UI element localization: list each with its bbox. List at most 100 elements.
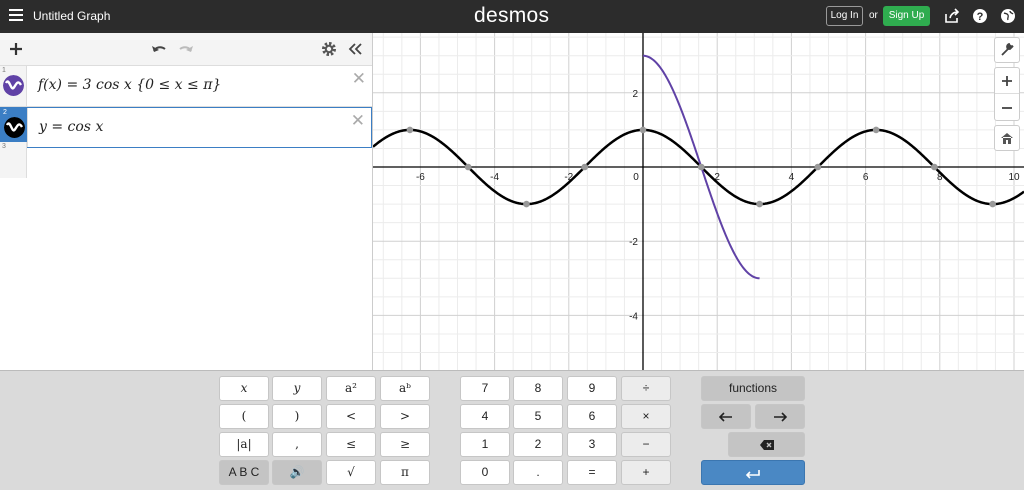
black-curve-icon[interactable] (4, 117, 25, 138)
delete-expression-icon[interactable]: ✕ (351, 111, 365, 131)
right-arrow-icon (774, 412, 788, 422)
y-tick-label: -4 (629, 311, 638, 322)
key-open-paren[interactable]: ( (219, 404, 269, 429)
key-4[interactable]: 4 (460, 404, 510, 429)
zoom-in-button[interactable] (995, 68, 1019, 94)
left-arrow-icon (718, 412, 732, 422)
key-power[interactable]: aᵇ (380, 376, 430, 401)
key-0[interactable]: 0 (460, 460, 510, 485)
key-less-equal[interactable]: ≤ (326, 432, 376, 457)
purple-curve-icon[interactable] (3, 75, 24, 96)
key-2[interactable]: 2 (513, 432, 563, 457)
help-icon[interactable]: ? (972, 8, 988, 24)
point-of-interest (523, 200, 530, 208)
y-tick-label: -2 (629, 237, 638, 248)
key-comma[interactable]: , (272, 432, 322, 457)
language-globe-icon[interactable] (1000, 8, 1016, 24)
signup-button[interactable]: Sign Up (883, 6, 930, 26)
key-6[interactable]: 6 (567, 404, 617, 429)
x-tick-label: 10 (1008, 172, 1020, 183)
zoom-controls (994, 67, 1020, 121)
x-tick-label: -6 (416, 172, 425, 183)
key-squared[interactable]: a² (326, 376, 376, 401)
key-greater-than[interactable]: > (380, 404, 430, 429)
key-equals[interactable]: = (567, 460, 617, 485)
point-of-interest (872, 126, 880, 134)
settings-gear-icon[interactable] (320, 40, 338, 58)
share-icon[interactable] (944, 8, 960, 24)
default-viewport-button[interactable] (994, 125, 1020, 151)
key-sqrt[interactable]: √ (326, 460, 376, 485)
point-of-interest (639, 126, 647, 134)
svg-text:?: ? (977, 11, 984, 23)
x-tick-label: 4 (789, 172, 795, 183)
key-plus[interactable]: + (621, 460, 671, 485)
point-of-interest (464, 163, 472, 171)
key-pi[interactable]: π (380, 460, 430, 485)
expression-number: 3 (2, 143, 6, 150)
key-9[interactable]: 9 (567, 376, 617, 401)
graph-title[interactable]: Untitled Graph (33, 9, 110, 23)
enter-button[interactable] (701, 460, 805, 485)
desmos-logo: desmos (474, 4, 550, 27)
functions-button[interactable]: functions (701, 376, 805, 401)
expression-latex[interactable]: f(x) = 3 cos x {0 ≤ x ≤ π} (38, 77, 221, 93)
redo-icon[interactable] (177, 40, 195, 58)
key-divide[interactable]: ÷ (621, 376, 671, 401)
key-7[interactable]: 7 (460, 376, 510, 401)
key-abs[interactable]: |a| (219, 432, 269, 457)
x-tick-label: 6 (863, 172, 869, 183)
minus-icon (1002, 107, 1012, 109)
key-greater-equal[interactable]: ≥ (380, 432, 430, 457)
point-of-interest (931, 163, 938, 171)
x-tick-label: 0 (633, 172, 639, 183)
or-label: or (869, 10, 878, 21)
key-minus[interactable]: − (621, 432, 671, 457)
backspace-icon (759, 440, 774, 450)
hamburger-menu-icon[interactable] (9, 9, 23, 23)
point-of-interest (406, 126, 414, 134)
key-close-paren[interactable]: ) (272, 404, 322, 429)
expression-row-2[interactable]: 2 y = cos x ✕ (0, 107, 372, 148)
expression-number: 1 (2, 67, 6, 74)
collapse-list-icon[interactable] (346, 40, 364, 58)
login-button[interactable]: Log In (826, 6, 863, 26)
point-of-interest (989, 200, 996, 208)
point-of-interest (814, 163, 822, 171)
home-icon (1001, 133, 1013, 144)
zoom-out-button[interactable] (995, 95, 1019, 121)
key-abc[interactable]: A B C (219, 460, 269, 485)
graph-canvas[interactable]: -6 -4 -2 0 2 4 6 8 102-2-4 (372, 33, 1024, 370)
undo-icon[interactable] (150, 40, 168, 58)
key-1[interactable]: 1 (460, 432, 510, 457)
expression-latex[interactable]: y = cos x (39, 119, 103, 135)
expression-list-panel: 1 f(x) = 3 cos x {0 ≤ x ≤ π} ✕ 2 y = cos… (0, 33, 373, 403)
graph-paper[interactable]: -6 -4 -2 0 2 4 6 8 10 2 -2 -4 (372, 33, 1024, 370)
key-audio[interactable]: 🔊 (272, 460, 322, 485)
expression-toolbar (0, 33, 372, 66)
point-of-interest (756, 200, 763, 208)
wrench-icon (1001, 43, 1014, 56)
key-less-than[interactable]: < (326, 404, 376, 429)
key-8[interactable]: 8 (513, 376, 563, 401)
cursor-left-button[interactable] (701, 404, 751, 429)
key-x[interactable]: x (219, 376, 269, 401)
key-5[interactable]: 5 (513, 404, 563, 429)
key-3[interactable]: 3 (567, 432, 617, 457)
expression-gutter: 1 (0, 66, 27, 106)
plus-icon (1002, 76, 1012, 86)
expression-row-1[interactable]: 1 f(x) = 3 cos x {0 ≤ x ≤ π} ✕ (0, 66, 372, 107)
x-tick-label: -4 (490, 172, 499, 183)
math-keypad: x y a² aᵇ () < > |a|, ≤ ≥ A B C 🔊 √ π 7 8 9 ÷ 4 5 6 × 1 2 3− 0. =… (0, 370, 1024, 490)
key-multiply[interactable]: × (621, 404, 671, 429)
cursor-right-button[interactable] (755, 404, 805, 429)
key-decimal[interactable]: . (513, 460, 563, 485)
point-of-interest (581, 163, 589, 171)
expression-row-3[interactable]: 3 (0, 142, 27, 178)
expression-number: 2 (3, 109, 7, 116)
key-y[interactable]: y (272, 376, 322, 401)
add-item-icon[interactable] (7, 40, 25, 58)
backspace-button[interactable] (728, 432, 805, 457)
graph-settings-button[interactable] (994, 37, 1020, 63)
delete-expression-icon[interactable]: ✕ (352, 69, 366, 89)
